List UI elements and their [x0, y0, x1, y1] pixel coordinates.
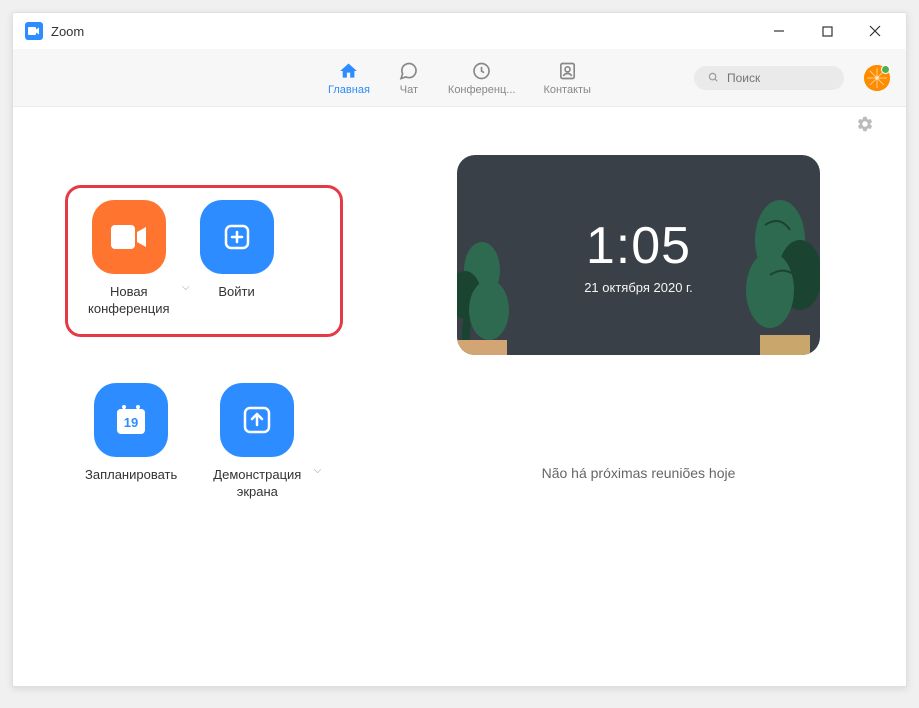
highlight-annotation: Новая конференция ⌵ Войти	[65, 185, 343, 337]
share-screen-label: Демонстрация экрана	[213, 467, 301, 501]
tab-meetings-label: Конференц...	[448, 84, 516, 96]
new-meeting-button[interactable]: Новая конференция ⌵	[88, 200, 170, 318]
svg-text:19: 19	[124, 415, 138, 430]
clock-date: 21 октября 2020 г.	[584, 280, 693, 295]
tab-chat[interactable]: Чат	[398, 60, 420, 96]
chevron-down-icon[interactable]: ⌵	[314, 465, 322, 476]
content-area: Новая конференция ⌵ Войти 19 Запланирова…	[13, 107, 906, 686]
calendar-icon: 19	[94, 383, 168, 457]
search-input[interactable]	[727, 71, 830, 85]
home-icon	[338, 60, 360, 82]
maximize-button[interactable]	[812, 21, 842, 41]
plant-decoration-right	[730, 180, 820, 355]
close-button[interactable]	[860, 21, 890, 41]
schedule-label: Запланировать	[85, 467, 177, 484]
main-tabs: Главная Чат Конференц... Контакты	[328, 60, 591, 96]
clock-time: 1:05	[586, 216, 691, 276]
window-controls	[764, 21, 890, 41]
zoom-logo-icon	[25, 22, 43, 40]
tab-home[interactable]: Главная	[328, 60, 370, 96]
search-box[interactable]	[694, 66, 844, 90]
plant-decoration-left	[457, 220, 537, 355]
no-meetings-text: Não há próximas reuniões hoje	[542, 465, 736, 481]
tab-contacts-label: Контакты	[543, 84, 591, 96]
clock-card: 1:05 21 октября 2020 г.	[457, 155, 820, 355]
chevron-down-icon[interactable]: ⌵	[182, 282, 190, 293]
tab-chat-label: Чат	[400, 84, 418, 96]
tab-contacts[interactable]: Контакты	[543, 60, 591, 96]
contacts-icon	[556, 60, 578, 82]
minimize-button[interactable]	[764, 21, 794, 41]
video-icon	[92, 200, 166, 274]
search-icon	[708, 71, 719, 84]
avatar[interactable]	[864, 65, 890, 91]
share-screen-button[interactable]: Демонстрация экрана ⌵	[213, 383, 301, 501]
chat-icon	[398, 60, 420, 82]
plus-icon	[200, 200, 274, 274]
actions-panel: Новая конференция ⌵ Войти 19 Запланирова…	[53, 125, 393, 656]
app-title: Zoom	[51, 24, 764, 39]
tab-home-label: Главная	[328, 84, 370, 96]
meetings-panel: 1:05 21 октября 2020 г. Não há próximas …	[393, 125, 866, 656]
schedule-button[interactable]: 19 Запланировать	[85, 383, 177, 501]
clock-icon	[471, 60, 493, 82]
titlebar: Zoom	[13, 13, 906, 49]
app-window: Zoom Главная Чат Конференц... Контакты	[12, 12, 907, 687]
tab-meetings[interactable]: Конференц...	[448, 60, 516, 96]
join-button[interactable]: Войти	[200, 200, 274, 318]
lower-actions: 19 Запланировать Демонстрация экрана ⌵	[85, 383, 393, 501]
join-label: Войти	[218, 284, 254, 301]
toolbar: Главная Чат Конференц... Контакты	[13, 49, 906, 107]
new-meeting-label: Новая конференция	[88, 284, 170, 318]
settings-button[interactable]	[856, 115, 874, 138]
share-icon	[220, 383, 294, 457]
